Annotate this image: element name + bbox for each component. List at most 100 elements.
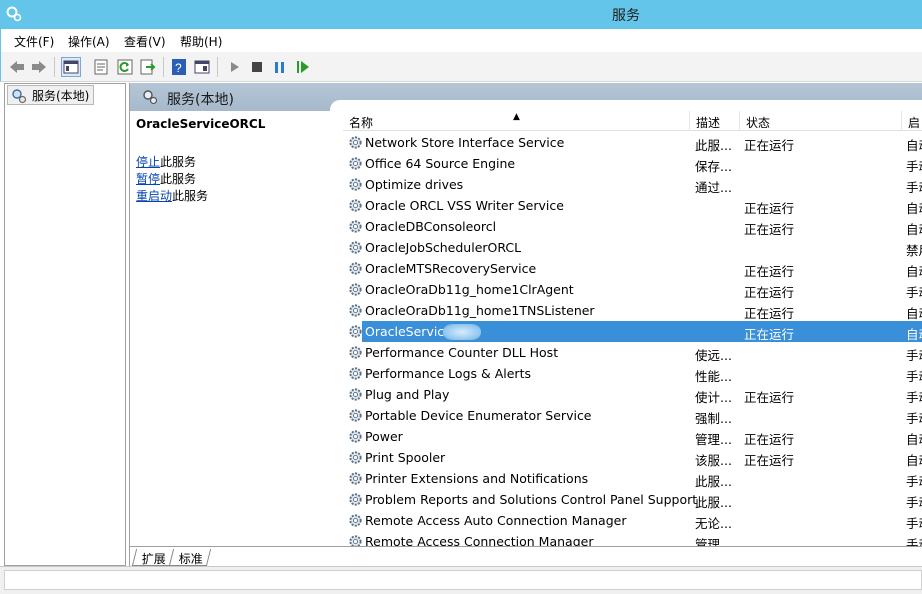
tree-item-label: 服务(本地) bbox=[32, 89, 90, 103]
service-name: OracleMTSRecoveryService bbox=[365, 261, 537, 276]
back-arrow-icon bbox=[10, 61, 24, 73]
column-header-status[interactable]: 状态 bbox=[739, 111, 901, 131]
service-description: 性能... bbox=[695, 369, 732, 384]
table-row[interactable]: OracleJobSchedulerORCL 禁用 bbox=[343, 237, 922, 258]
help-icon: ? bbox=[172, 59, 186, 75]
view-tabs: 扩展 标准 bbox=[130, 546, 922, 566]
pause-icon bbox=[275, 61, 284, 73]
service-status: 正在运行 bbox=[744, 285, 795, 300]
pause-service-link[interactable]: 暂停 bbox=[136, 172, 160, 186]
action-suffix: 此服务 bbox=[160, 172, 197, 186]
export-icon bbox=[140, 59, 156, 75]
table-row[interactable]: OracleDBConsoleorcl 正在运行 自动 bbox=[343, 216, 922, 237]
stop-icon bbox=[252, 62, 262, 72]
service-status: 正在运行 bbox=[744, 432, 795, 447]
refresh-icon bbox=[117, 59, 133, 75]
menu-file[interactable]: 文件(F) bbox=[14, 33, 54, 50]
table-row[interactable]: Network Store Interface Service 此服... 正在运行… bbox=[343, 132, 922, 153]
service-gear-icon bbox=[349, 367, 362, 380]
service-description: 该服... bbox=[695, 453, 732, 468]
service-gear-icon bbox=[349, 136, 362, 149]
services-icon bbox=[143, 90, 158, 105]
menu-action[interactable]: 操作(A) bbox=[68, 33, 110, 50]
restart-icon bbox=[296, 61, 309, 73]
service-icon bbox=[348, 429, 363, 447]
service-gear-icon bbox=[349, 409, 362, 422]
refresh-button[interactable] bbox=[115, 57, 135, 77]
service-startup-type: 自动 bbox=[906, 327, 922, 342]
action-suffix: 此服务 bbox=[172, 189, 209, 203]
pause-service-button[interactable] bbox=[270, 57, 290, 77]
start-service-button[interactable] bbox=[225, 57, 245, 77]
table-row[interactable]: Power 管理... 正在运行 自动 bbox=[343, 426, 922, 447]
table-row[interactable]: Print Spooler 该服... 正在运行 自动 bbox=[343, 447, 922, 468]
table-row[interactable]: Printer Extensions and Notifications 此服..… bbox=[343, 468, 922, 489]
service-name: Network Store Interface Service bbox=[365, 135, 565, 150]
service-startup-type: 自动 bbox=[906, 306, 922, 321]
restart-service-button[interactable] bbox=[293, 57, 313, 77]
tab-extended[interactable]: 扩展 bbox=[131, 549, 175, 566]
service-icon bbox=[348, 471, 363, 489]
menu-help[interactable]: 帮助(H) bbox=[180, 33, 222, 50]
service-name: Optimize drives bbox=[365, 177, 464, 192]
service-name: Printer Extensions and Notifications bbox=[365, 471, 589, 486]
table-row[interactable]: Performance Logs & Alerts 性能... 手动 bbox=[343, 363, 922, 384]
service-status: 正在运行 bbox=[744, 390, 795, 405]
service-name: Portable Device Enumerator Service bbox=[365, 408, 592, 423]
service-icon bbox=[348, 282, 363, 300]
service-description: 此服... bbox=[695, 138, 732, 153]
table-row[interactable]: Performance Counter DLL Host 使远... 手动 bbox=[343, 342, 922, 363]
service-status: 正在运行 bbox=[744, 306, 795, 321]
selected-service-name: OracleServiceORCL bbox=[136, 117, 266, 131]
table-row[interactable]: Remote Access Auto Connection Manager 无论.… bbox=[343, 510, 922, 531]
service-icon bbox=[348, 513, 363, 531]
restart-service-link[interactable]: 重启动 bbox=[136, 189, 172, 203]
tab-standard[interactable]: 标准 bbox=[168, 549, 212, 566]
column-header-startup-type[interactable]: 启动 bbox=[901, 111, 922, 131]
service-startup-type: 自动 bbox=[906, 264, 922, 279]
stop-service-link[interactable]: 停止 bbox=[136, 155, 160, 169]
back-button[interactable] bbox=[7, 57, 27, 77]
properties-button[interactable] bbox=[91, 57, 111, 77]
service-icon bbox=[348, 492, 363, 510]
status-bar-field bbox=[4, 570, 922, 590]
column-header-description[interactable]: 描述 bbox=[689, 111, 739, 131]
table-row[interactable]: OracleMTSRecoveryService 正在运行 自动 bbox=[343, 258, 922, 279]
export-list-button[interactable] bbox=[138, 57, 158, 77]
show-hide-console-tree-button[interactable] bbox=[61, 57, 81, 77]
help-button[interactable]: ? bbox=[169, 57, 189, 77]
table-row[interactable]: Oracle ORCL VSS Writer Service 正在运行 自动 bbox=[343, 195, 922, 216]
table-row[interactable]: Office 64 Source Engine 保存... 手动 bbox=[343, 153, 922, 174]
service-description: 强制... bbox=[695, 411, 732, 426]
table-row[interactable]: OracleOraDb11g_home1TNSListener 正在运行 自动 bbox=[343, 300, 922, 321]
show-action-pane-button[interactable] bbox=[192, 57, 212, 77]
stop-service-button[interactable] bbox=[247, 57, 267, 77]
column-header-row: 名称 ▲ 描述 状态 启动 bbox=[343, 111, 922, 131]
redacted-blur bbox=[443, 324, 481, 340]
console-tree: 服务(本地) bbox=[4, 83, 126, 566]
action-suffix: 此服务 bbox=[160, 155, 197, 169]
table-row[interactable]: OracleService 正在运行 自动 bbox=[343, 321, 922, 342]
service-startup-type: 手动 bbox=[906, 348, 922, 363]
tree-item-services-local[interactable]: 服务(本地) bbox=[7, 85, 95, 105]
table-row[interactable]: Problem Reports and Solutions Control Pa… bbox=[343, 489, 922, 510]
table-row[interactable]: Remote Access Connection Manager管理...手动 bbox=[343, 531, 922, 547]
service-icon bbox=[348, 387, 363, 405]
table-row[interactable]: Plug and Play 使计... 正在运行 手动 bbox=[343, 384, 922, 405]
services-list: 名称 ▲ 描述 状态 启动 Network Store Interface Se… bbox=[343, 111, 922, 547]
service-icon bbox=[348, 135, 363, 153]
table-row[interactable]: Portable Device Enumerator Service 强制... 手… bbox=[343, 405, 922, 426]
table-row[interactable]: Optimize drives 通过... 手动 bbox=[343, 174, 922, 195]
service-status: 正在运行 bbox=[744, 264, 795, 279]
status-bar bbox=[0, 566, 922, 594]
service-icon bbox=[348, 408, 363, 426]
service-description: 此服... bbox=[695, 474, 732, 489]
forward-button[interactable] bbox=[29, 57, 49, 77]
table-row[interactable]: OracleOraDb11g_home1ClrAgent 正在运行 手动 bbox=[343, 279, 922, 300]
tab-label: 标准 bbox=[178, 552, 203, 566]
menu-view[interactable]: 查看(V) bbox=[124, 33, 166, 50]
service-gear-icon bbox=[349, 493, 362, 506]
service-startup-type: 禁用 bbox=[906, 243, 922, 258]
pane-title: 服务(本地) bbox=[167, 92, 234, 108]
service-status: 正在运行 bbox=[744, 222, 795, 237]
